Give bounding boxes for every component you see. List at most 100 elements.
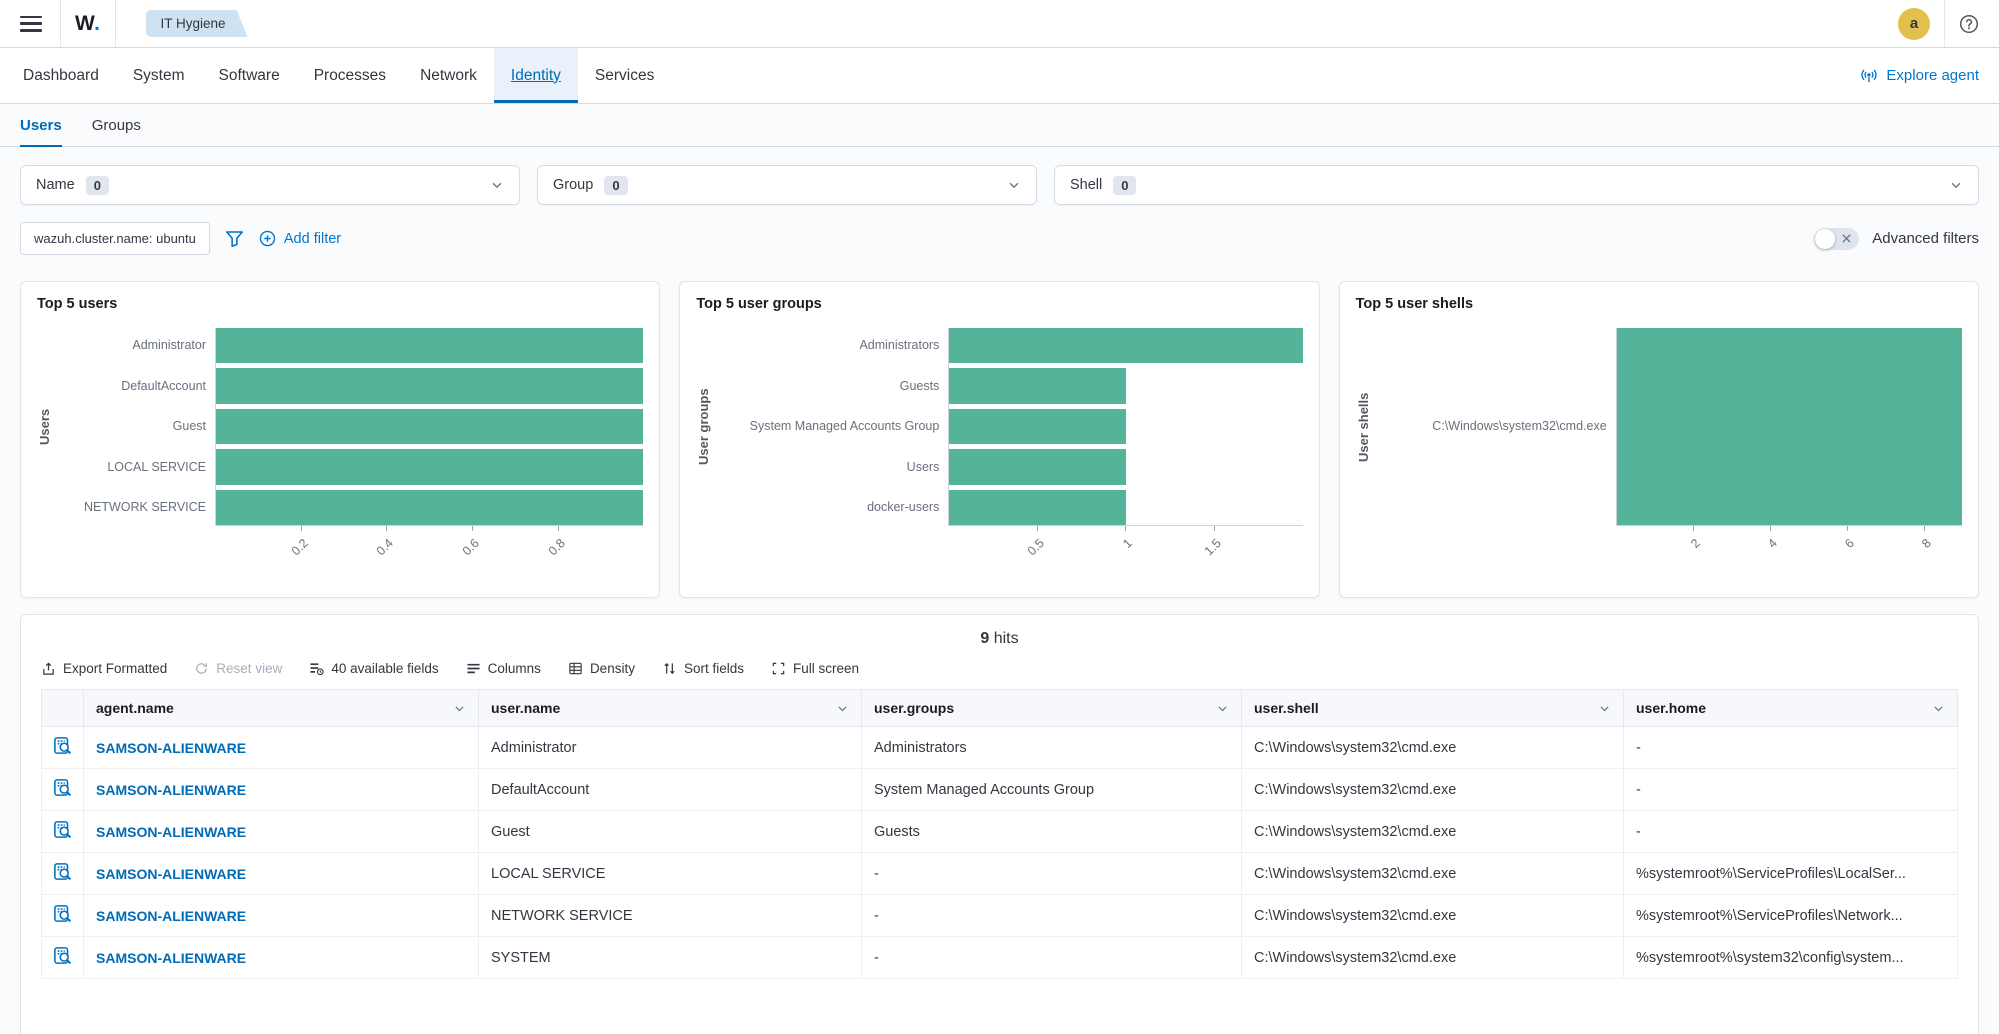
subtab-groups[interactable]: Groups (92, 117, 141, 146)
40-available-fields-button[interactable]: 40 available fields (309, 661, 438, 676)
expand-row-icon[interactable] (52, 945, 73, 966)
tool-label: Full screen (793, 661, 859, 676)
column-label: user.name (491, 700, 560, 716)
x-tick-label: 0.6 (460, 536, 482, 558)
tool-label: Density (590, 661, 635, 676)
column-header-agent-name[interactable]: agent.name (84, 690, 479, 727)
cell-user-shell: C:\Windows\system32\cmd.exe (1242, 895, 1624, 937)
chevron-down-icon (1216, 702, 1229, 715)
top-bar: W. IT Hygiene a (0, 0, 1999, 48)
fullscreen-icon (771, 661, 786, 676)
name-filter-select[interactable]: Name 0 (20, 165, 520, 205)
active-filter-pill[interactable]: wazuh.cluster.name: ubuntu (20, 222, 210, 255)
category-label: docker-users (716, 490, 948, 526)
column-header-user-name[interactable]: user.name (479, 690, 862, 727)
agent-link[interactable]: SAMSON-ALIENWARE (84, 937, 479, 979)
select-label: Group (553, 177, 593, 193)
nav-tab-identity[interactable]: Identity (494, 48, 578, 103)
expander-column-header (42, 690, 84, 727)
export-icon (41, 661, 56, 676)
expand-row-icon[interactable] (52, 903, 73, 924)
expand-row-icon[interactable] (52, 861, 73, 882)
chart-title: Top 5 users (37, 296, 643, 312)
shell-filter-select[interactable]: Shell 0 (1054, 165, 1979, 205)
chevron-down-icon (1932, 702, 1945, 715)
count-badge: 0 (86, 176, 109, 195)
filter-funnel-icon[interactable] (225, 229, 244, 248)
sort-fields-button[interactable]: Sort fields (662, 661, 744, 676)
export-formatted-button[interactable]: Export Formatted (41, 661, 167, 676)
table-row: SAMSON-ALIENWARELOCAL SERVICE-C:\Windows… (42, 853, 1958, 895)
bar-plot: C:\Windows\system32\cmd.exe2468 (1376, 328, 1962, 578)
column-label: user.home (1636, 700, 1706, 716)
nav-tab-services[interactable]: Services (578, 48, 671, 103)
columns-icon (466, 661, 481, 676)
chevron-down-icon (490, 178, 504, 192)
menu-icon[interactable] (20, 16, 42, 32)
signal-icon (1860, 67, 1878, 85)
nav-tab-network[interactable]: Network (403, 48, 494, 103)
x-tick-label: 4 (1765, 536, 1780, 551)
top-users-chart: Top 5 users Users AdministratorDefaultAc… (20, 281, 660, 598)
nav-tab-dashboard[interactable]: Dashboard (6, 48, 116, 103)
expand-row-icon[interactable] (52, 777, 73, 798)
help-icon[interactable] (1959, 14, 1979, 34)
count-badge: 0 (1113, 176, 1136, 195)
divider (1944, 0, 1945, 47)
nav-tab-software[interactable]: Software (202, 48, 297, 103)
sort-icon (662, 661, 677, 676)
avatar[interactable]: a (1898, 8, 1930, 40)
table-toolbar: Export FormattedReset view40 available f… (41, 661, 1958, 676)
results-table: agent.name user.name user.groupsuser.shell… (41, 689, 1958, 979)
agent-link[interactable]: SAMSON-ALIENWARE (84, 769, 479, 811)
add-filter-button[interactable]: Add filter (259, 230, 341, 247)
expand-row-icon[interactable] (52, 819, 73, 840)
count-badge: 0 (604, 176, 627, 195)
bar (216, 449, 643, 484)
category-label: System Managed Accounts Group (716, 409, 948, 445)
advanced-filters-label: Advanced filters (1872, 230, 1979, 247)
expand-row-icon[interactable] (52, 735, 73, 756)
category-label: NETWORK SERVICE (57, 490, 215, 526)
group-filter-select[interactable]: Group 0 (537, 165, 1037, 205)
select-label: Name (36, 177, 75, 193)
tool-label: Export Formatted (63, 661, 167, 676)
select-label: Shell (1070, 177, 1102, 193)
column-header-user-shell[interactable]: user.shell (1242, 690, 1624, 727)
cell-user-groups: Administrators (862, 727, 1242, 769)
table-row: SAMSON-ALIENWAREGuestGuestsC:\Windows\sy… (42, 811, 1958, 853)
column-label: agent.name (96, 700, 174, 716)
columns-button[interactable]: Columns (466, 661, 541, 676)
cell-user-name: NETWORK SERVICE (479, 895, 862, 937)
refresh-icon (194, 661, 209, 676)
wazuh-logo[interactable]: W. (75, 12, 101, 36)
subtab-users[interactable]: Users (20, 117, 62, 147)
cell-user-shell: C:\Windows\system32\cmd.exe (1242, 937, 1624, 979)
agent-link[interactable]: SAMSON-ALIENWARE (84, 811, 479, 853)
cell-user-groups: System Managed Accounts Group (862, 769, 1242, 811)
close-icon (1840, 232, 1853, 245)
advanced-filters-toggle[interactable] (1814, 228, 1859, 250)
agent-link[interactable]: SAMSON-ALIENWARE (84, 853, 479, 895)
explore-agent-button[interactable]: Explore agent (1846, 48, 1993, 103)
charts-row: Top 5 users Users AdministratorDefaultAc… (20, 281, 1979, 598)
divider (115, 0, 116, 47)
agent-link[interactable]: SAMSON-ALIENWARE (84, 727, 479, 769)
cell-user-name: Guest (479, 811, 862, 853)
column-header-user-groups[interactable]: user.groups (862, 690, 1242, 727)
chart-title: Top 5 user groups (696, 296, 1302, 312)
top-user-groups-chart: Top 5 user groups User groups Administra… (679, 281, 1319, 598)
tool-label: Columns (488, 661, 541, 676)
nav-tab-processes[interactable]: Processes (297, 48, 403, 103)
app-badge[interactable]: IT Hygiene (146, 10, 248, 37)
density-button[interactable]: Density (568, 661, 635, 676)
x-tick-label: 0.5 (1025, 536, 1047, 558)
agent-link[interactable]: SAMSON-ALIENWARE (84, 895, 479, 937)
full-screen-button[interactable]: Full screen (771, 661, 859, 676)
table-row: SAMSON-ALIENWAREAdministratorAdministrat… (42, 727, 1958, 769)
identity-subtabs: Users Groups (0, 104, 1999, 147)
nav-tab-system[interactable]: System (116, 48, 202, 103)
available-fields-icon (309, 661, 324, 676)
cell-user-home: - (1624, 769, 1958, 811)
column-header-user-home[interactable]: user.home (1624, 690, 1958, 727)
